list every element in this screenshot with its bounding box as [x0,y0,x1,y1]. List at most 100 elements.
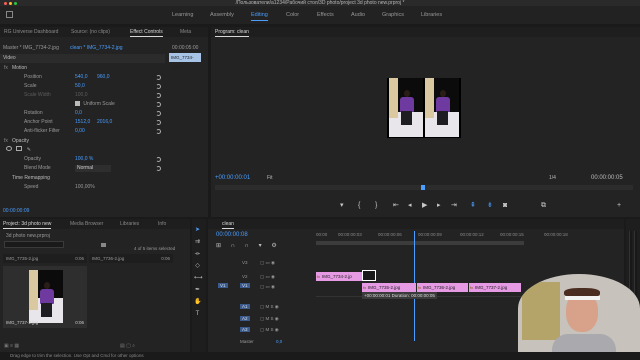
step-back-icon[interactable]: ◂ [408,202,412,210]
project-item-1[interactable]: IMG_7735-2.jpg 0:06 [3,254,87,263]
tab-info[interactable]: Info [158,219,166,229]
ellipse-mask-icon[interactable] [6,146,12,151]
reset-rotation-icon[interactable] [156,111,161,116]
track-label[interactable]: A2 [240,316,250,321]
uniform-scale-checkbox[interactable] [75,101,80,107]
blend-mode-select[interactable]: Normal [75,165,111,172]
opacity-effect-row[interactable]: fx Opacity [0,137,165,146]
project-item-2[interactable]: IMG_7736-2.jpg 0:06 [89,254,173,263]
track-label[interactable]: V1 [240,283,250,288]
speed-value[interactable]: 100,00% [75,183,95,192]
program-timecode[interactable]: +00:00:00:01 [215,175,250,181]
source-patch-v1[interactable]: V1 [218,283,228,288]
mark-in-icon[interactable]: { [358,202,360,210]
tab-media-browser[interactable]: Media Browser [70,219,103,229]
reset-blend-icon[interactable] [156,166,161,171]
workspace-tab-libraries[interactable]: Libraries [421,6,442,24]
workspace-tab-audio[interactable]: Audio [351,6,365,24]
program-scrubber[interactable] [215,185,633,190]
selection-tool-icon[interactable]: ➤ [194,227,201,234]
type-tool-icon[interactable]: T [194,311,201,318]
slip-tool-icon[interactable]: ⟷ [194,275,203,282]
sequence-tab[interactable]: clean [222,219,234,229]
resolution-select[interactable]: 1/4 [549,175,556,181]
workspace-tab-graphics[interactable]: Graphics [382,6,404,24]
mute-solo-icons[interactable]: ▢ M S ◉ [260,304,279,310]
reset-uniform-icon[interactable] [156,102,161,107]
reset-flicker-icon[interactable] [156,129,161,134]
comparison-view-icon[interactable]: ⧉ [541,202,546,210]
master-value[interactable]: 0,0 [276,339,282,344]
lock-icon[interactable]: ▢ ▭ ◉ [260,260,275,266]
reset-scale-icon[interactable] [156,84,161,89]
lift-icon[interactable]: ⇞ [470,202,476,210]
effect-controls-timecode[interactable]: 00:00:00:09 [0,207,60,216]
flicker-value[interactable]: 0,00 [75,127,85,136]
home-icon[interactable] [6,11,13,18]
play-icon[interactable]: ▶ [422,202,427,210]
lock-icon[interactable]: ▢ ▭ ◉ [260,284,275,290]
anchor-x-value[interactable]: 1512,0 [75,118,90,127]
tab-effect-controls[interactable]: Effect Controls [130,27,163,37]
mute-solo-icons[interactable]: ▢ M S ◉ [260,327,279,333]
reset-scale-width-icon[interactable] [156,93,161,98]
rotation-value[interactable]: 0,0 [75,109,82,118]
razor-tool-icon[interactable]: ◇ [194,263,201,270]
add-marker-icon[interactable]: ▾ [340,202,344,210]
work-area-bar[interactable] [316,241,524,245]
project-search-input[interactable] [4,241,64,248]
export-frame-icon[interactable]: ◙ [503,202,507,210]
mini-timeline-clip[interactable]: IMG_7734-2.jpg [169,53,201,69]
rectangle-mask-icon[interactable] [16,146,23,151]
workspace-tab-editing[interactable]: Editing [251,6,268,24]
track-select-icon[interactable]: ⇉ [194,239,201,246]
zoom-select[interactable]: Fit [267,175,297,182]
sequence-clip-label[interactable]: clean * IMG_7734-2.jpg [70,44,123,53]
clip-v1-1[interactable]: IMG_7735-2.jpg [362,283,416,292]
motion-effect-row[interactable]: fx Motion [0,64,165,73]
timeline-timecode[interactable]: 00:00:00:08 [216,232,248,238]
new-item-icon[interactable]: ▤ ▢ ⌕ [120,342,135,351]
reset-position-icon[interactable] [156,75,161,80]
hand-tool-icon[interactable]: ✋ [194,299,201,306]
playhead-marker[interactable] [421,185,425,190]
go-to-in-icon[interactable]: ⇤ [393,202,399,210]
tab-source[interactable]: Source: (no clips) [71,27,110,37]
reset-anchor-icon[interactable] [156,120,161,125]
trim-selection[interactable] [362,270,376,281]
lock-icon[interactable]: ▢ ▭ ◉ [260,274,275,280]
tab-project[interactable]: Project: 3d photo new [3,219,52,229]
extract-icon[interactable]: ⇟ [487,202,493,210]
clip-v1-3[interactable]: IMG_7737-2.jpg [469,283,521,292]
workspace-tab-color[interactable]: Color [286,6,299,24]
step-forward-icon[interactable]: ▸ [437,202,441,210]
pen-tool-icon[interactable]: ✒ [194,287,201,294]
time-remap-row[interactable]: Time Remapping [0,174,165,183]
master-clip-label[interactable]: Master * IMG_7734-2.jpg [3,45,59,51]
workspace-tab-learning[interactable]: Learning [172,6,193,24]
opacity-value[interactable]: 100,0 % [75,155,93,164]
track-label[interactable]: A1 [240,304,250,309]
anchor-y-value[interactable]: 2016,0 [97,118,112,127]
program-title[interactable]: Program: clean [215,27,249,37]
lock-icon[interactable]: ▣ ≡ ▦ [4,343,19,349]
pen-mask-icon[interactable]: ✎ [27,147,31,153]
position-x-value[interactable]: 540,0 [75,73,88,82]
timeline-toggles[interactable]: ⊞ ∩ ∩ ▾ ⚙ [216,242,281,249]
tab-libraries[interactable]: Libraries [120,219,139,229]
workspace-tab-assembly[interactable]: Assembly [210,6,234,24]
settings-wrench-icon[interactable]: + [617,202,621,210]
ripple-edit-icon[interactable]: ⟛ [194,251,201,258]
tab-rg-universe[interactable]: RG Universe Dashboard [4,27,58,37]
position-y-value[interactable]: 960,0 [97,73,110,82]
mute-solo-icons[interactable]: ▢ M S ◉ [260,316,279,322]
track-label[interactable]: A3 [240,327,250,332]
clip-v1-2[interactable]: IMG_7736-2.jpg [417,283,468,292]
scale-value[interactable]: 50,0 [75,82,85,91]
new-bin-icon[interactable] [101,243,106,247]
reset-opacity-icon[interactable] [156,157,161,162]
tab-metadata[interactable]: Meta [180,27,191,37]
mark-out-icon[interactable]: } [375,202,377,210]
workspace-tab-effects[interactable]: Effects [317,6,334,24]
go-to-out-icon[interactable]: ⇥ [451,202,457,210]
